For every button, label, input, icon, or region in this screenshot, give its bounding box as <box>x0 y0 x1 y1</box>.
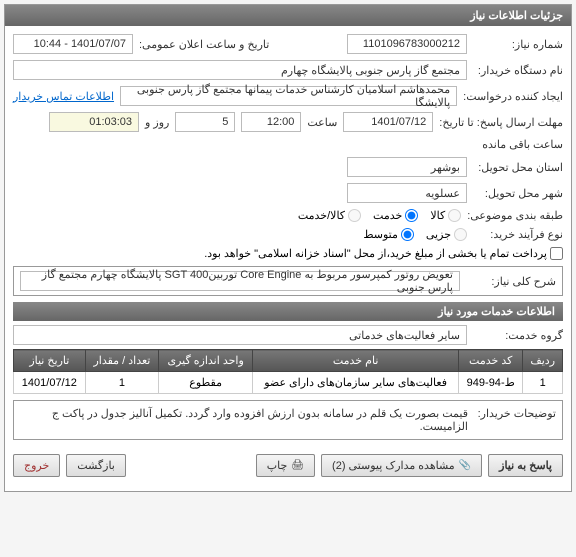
category-label: طبقه بندی موضوعی: <box>467 209 563 222</box>
attachments-button[interactable]: 📎 مشاهده مدارک پیوستی (2) <box>321 454 482 477</box>
deadline-time: 12:00 <box>241 112 301 132</box>
respond-button-label: پاسخ به نیاز <box>499 459 552 472</box>
payment-check[interactable]: پرداخت تمام یا بخشی از مبلغ خرید،از محل … <box>204 247 563 260</box>
cell-date: 1401/07/12 <box>14 372 86 394</box>
city-value: عسلویه <box>347 183 467 203</box>
city-label: شهر محل تحویل: <box>473 187 563 200</box>
deadline-date: 1401/07/12 <box>343 112 433 132</box>
cell-unit: مقطوع <box>159 372 253 394</box>
radio-medium-input <box>401 228 414 241</box>
services-section-title: اطلاعات خدمات مورد نیاز <box>13 302 563 321</box>
radio-service-input <box>405 209 418 222</box>
panel-title: جزئیات اطلاعات نیاز <box>5 5 571 26</box>
province-label: استان محل تحویل: <box>473 161 563 174</box>
desc-row: شرح کلی نیاز: تعویض روتور کمپرسور مربوط … <box>20 271 556 291</box>
need-no-value: 1101096783000212 <box>347 34 467 54</box>
row-province: استان محل تحویل: بوشهر <box>13 157 563 177</box>
remaining-label: ساعت باقی مانده <box>482 138 563 151</box>
creator-value: محمدهاشم اسلامیان کارشناس خدمات پیمانها … <box>120 86 457 106</box>
row-purchase-type: نوع فرآیند خرید: جزیی متوسط پرداخت تمام … <box>13 228 563 260</box>
service-group-value: سایر فعالیت‌های خدماتی <box>13 325 467 345</box>
radio-goods-service-label: کالا/خدمت <box>298 209 345 222</box>
th-date: تاریخ نیاز <box>14 350 86 372</box>
cell-code: ط-94-949 <box>459 372 523 394</box>
desc-text: تعویض روتور کمپرسور مربوط به Core Engine… <box>20 271 460 291</box>
th-unit: واحد اندازه گیری <box>159 350 253 372</box>
deadline-label: مهلت ارسال پاسخ: تا تاریخ: <box>439 116 563 129</box>
buyer-notes-label: توضیحات خریدار: <box>476 407 556 420</box>
radio-goods-service[interactable]: کالا/خدمت <box>298 209 361 222</box>
row-deadline: مهلت ارسال پاسخ: تا تاریخ: 1401/07/12 سا… <box>13 112 563 151</box>
panel-body: شماره نیاز: 1101096783000212 تاریخ و ساع… <box>5 26 571 491</box>
desc-panel: شرح کلی نیاز: تعویض روتور کمپرسور مربوط … <box>13 266 563 296</box>
buyer-label: نام دستگاه خریدار: <box>473 64 563 77</box>
th-qty: تعداد / مقدار <box>85 350 159 372</box>
row-creator: ایجاد کننده درخواست: محمدهاشم اسلامیان ک… <box>13 86 563 106</box>
cell-name: فعالیت‌های سایر سازمان‌های دارای عضو <box>253 372 459 394</box>
paperclip-icon: 📎 <box>459 460 471 471</box>
payment-note: پرداخت تمام یا بخشی از مبلغ خرید،از محل … <box>204 247 547 260</box>
table-header-row: ردیف کد خدمت نام خدمت واحد اندازه گیری ت… <box>14 350 563 372</box>
services-table: ردیف کد خدمت نام خدمت واحد اندازه گیری ت… <box>13 349 563 394</box>
radio-medium-label: متوسط <box>363 228 398 241</box>
respond-button[interactable]: پاسخ به نیاز <box>488 454 563 477</box>
announce-label: تاریخ و ساعت اعلان عمومی: <box>139 38 269 51</box>
cell-idx: 1 <box>523 372 563 394</box>
buyer-value: مجتمع گاز پارس جنوبی پالایشگاه چهارم <box>13 60 467 80</box>
attachments-button-label: مشاهده مدارک پیوستی (2) <box>332 459 455 472</box>
th-idx: ردیف <box>523 350 563 372</box>
row-need-no: شماره نیاز: 1101096783000212 تاریخ و ساع… <box>13 34 563 54</box>
radio-service[interactable]: خدمت <box>373 209 418 222</box>
radio-goods[interactable]: کالا <box>430 209 461 222</box>
back-button[interactable]: بازگشت <box>66 454 126 477</box>
days-value: 5 <box>175 112 235 132</box>
radio-goods-service-input <box>348 209 361 222</box>
remaining-time: 01:03:03 <box>49 112 139 132</box>
payment-check-input[interactable] <box>550 247 563 260</box>
announce-value: 1401/07/07 - 10:44 <box>13 34 133 54</box>
print-button[interactable]: 🖨 چاپ <box>256 454 315 477</box>
row-category: طبقه بندی موضوعی: کالا خدمت کالا/خدمت <box>13 209 563 222</box>
exit-button-label: خروج <box>24 459 49 472</box>
main-panel: جزئیات اطلاعات نیاز شماره نیاز: 11010967… <box>4 4 572 492</box>
purchase-radio-group: جزیی متوسط <box>363 228 467 241</box>
need-no-label: شماره نیاز: <box>473 38 563 51</box>
purchase-type-label: نوع فرآیند خرید: <box>473 228 563 241</box>
printer-icon: 🖨 <box>291 460 304 471</box>
desc-label: شرح کلی نیاز: <box>466 275 556 288</box>
exit-button[interactable]: خروج <box>13 454 60 477</box>
table-row[interactable]: 1 ط-94-949 فعالیت‌های سایر سازمان‌های دا… <box>14 372 563 394</box>
button-row: پاسخ به نیاز 📎 مشاهده مدارک پیوستی (2) 🖨… <box>13 448 563 483</box>
time-label: ساعت <box>307 116 337 129</box>
buyer-notes-text: قیمت بصورت یک قلم در سامانه بدون ارزش اف… <box>20 407 468 433</box>
province-value: بوشهر <box>347 157 467 177</box>
buyer-notes-box: توضیحات خریدار: قیمت بصورت یک قلم در سام… <box>13 400 563 440</box>
th-name: نام خدمت <box>253 350 459 372</box>
contact-link[interactable]: اطلاعات تماس خریدار <box>13 90 114 103</box>
days-label: روز و <box>145 116 169 129</box>
back-button-label: بازگشت <box>77 459 115 472</box>
service-group-row: گروه خدمت: سایر فعالیت‌های خدماتی <box>13 325 563 345</box>
th-code: کد خدمت <box>459 350 523 372</box>
category-radio-group: کالا خدمت کالا/خدمت <box>298 209 461 222</box>
radio-service-label: خدمت <box>373 209 402 222</box>
radio-partial[interactable]: جزیی <box>426 228 467 241</box>
service-group-label: گروه خدمت: <box>473 329 563 342</box>
radio-partial-label: جزیی <box>426 228 451 241</box>
print-button-label: چاپ <box>267 459 288 472</box>
creator-label: ایجاد کننده درخواست: <box>463 90 563 103</box>
row-buyer: نام دستگاه خریدار: مجتمع گاز پارس جنوبی … <box>13 60 563 80</box>
radio-goods-input <box>448 209 461 222</box>
row-city: شهر محل تحویل: عسلویه <box>13 183 563 203</box>
cell-qty: 1 <box>85 372 159 394</box>
radio-partial-input <box>454 228 467 241</box>
radio-medium[interactable]: متوسط <box>363 228 414 241</box>
radio-goods-label: کالا <box>430 209 445 222</box>
